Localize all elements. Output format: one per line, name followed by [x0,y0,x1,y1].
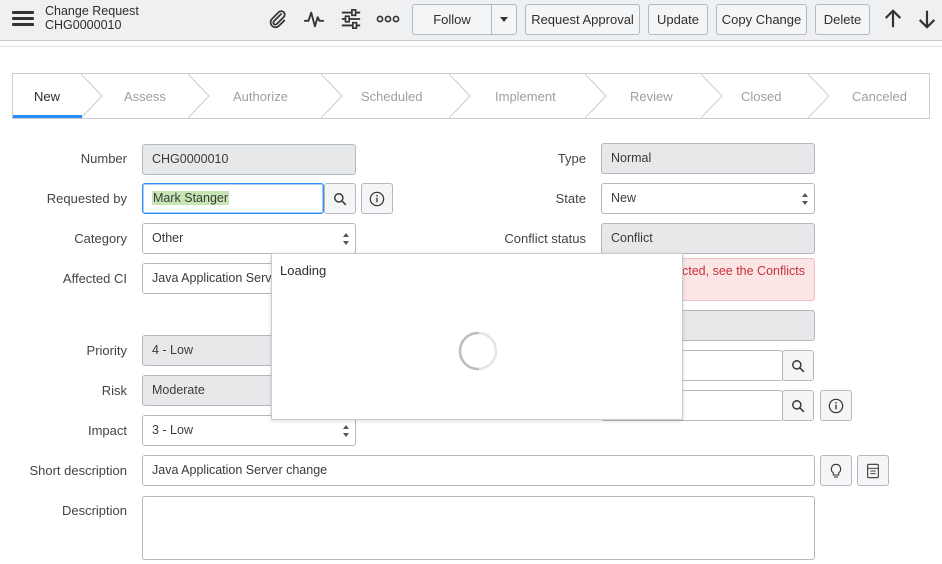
chevron-right-icon [701,74,723,118]
state-select[interactable]: New [601,183,815,214]
paperclip-icon[interactable] [263,6,291,32]
follow-dropdown-button[interactable] [491,4,517,35]
requested-by-input[interactable]: Mark Stanger [142,183,324,214]
search-icon [792,399,805,412]
template-button[interactable] [857,455,889,486]
select-arrows-icon [343,425,350,437]
active-stage-indicator [13,115,82,118]
chevron-right-icon [585,74,607,118]
info-icon [828,398,844,413]
flow-stage-implement[interactable]: Implement [495,74,556,118]
chevron-right-icon [81,74,103,118]
request-approval-button[interactable]: Request Approval [525,4,640,35]
search-icon [334,192,347,205]
description-label: Description [61,503,127,518]
select-arrows-icon [343,233,350,245]
chevron-right-icon [808,74,830,118]
impact-label: Impact [87,423,127,438]
arrow-down-icon[interactable] [913,6,941,32]
book-icon [867,463,879,478]
category-label: Category [74,231,127,246]
update-button[interactable]: Update [648,4,708,35]
flow-stage-new[interactable]: New [34,74,60,118]
flow-stage-assess[interactable]: Assess [124,74,166,118]
reference-lookup-button[interactable] [782,350,814,381]
type-label: Type [557,151,586,166]
search-icon [792,359,805,372]
flow-stage-canceled[interactable]: Canceled [852,74,907,118]
spinner-icon [458,331,498,371]
suggestion-button[interactable] [820,455,852,486]
category-select[interactable]: Other [142,223,356,254]
menu-icon[interactable] [12,10,34,28]
short-description-label: Short description [29,463,127,478]
flow-stage-review[interactable]: Review [630,74,673,118]
record-number: CHG0000010 [45,18,122,32]
chevron-right-icon [449,74,471,118]
description-textarea[interactable] [142,496,815,560]
reference-info-button[interactable] [820,390,852,421]
select-arrows-icon [802,193,809,205]
loading-text: Loading [280,263,327,278]
flow-stage-scheduled[interactable]: Scheduled [361,74,422,118]
form-header: Change Request CHG0000010 Follow Request… [0,0,942,41]
info-icon [369,191,385,206]
record-type: Change Request [45,4,139,18]
state-label: State [555,191,586,206]
flow-stage-closed[interactable]: Closed [741,74,781,118]
flow-stage-authorize[interactable]: Authorize [233,74,288,118]
number-label: Number [80,151,127,166]
follow-button[interactable]: Follow [412,4,492,35]
requested-by-lookup-button[interactable] [324,183,356,214]
activity-icon[interactable] [300,6,328,32]
loading-popup: Loading [271,253,683,420]
arrow-up-icon[interactable] [879,6,907,32]
reference-lookup-button-2[interactable] [782,390,814,421]
priority-label: Priority [86,343,127,358]
number-field: CHG0000010 [142,144,356,175]
chevron-right-icon [321,74,343,118]
record-title: Change Request CHG0000010 [45,4,139,32]
conflict-status-field: Conflict [601,223,815,254]
type-field: Normal [601,143,815,174]
conflict-status-label: Conflict status [504,231,586,246]
process-flow: New Assess Authorize Scheduled Implement… [12,73,930,119]
risk-label: Risk [101,383,127,398]
requested-by-info-button[interactable] [361,183,393,214]
sliders-icon[interactable] [337,6,365,32]
affected-ci-label: Affected CI [62,271,127,286]
more-icon[interactable] [374,6,402,32]
copy-change-button[interactable]: Copy Change [716,4,807,35]
short-description-input[interactable]: Java Application Server change [142,455,815,486]
chevron-right-icon [188,74,210,118]
delete-button[interactable]: Delete [815,4,870,35]
requested-by-label: Requested by [46,191,127,206]
chevron-down-icon [500,17,508,22]
lightbulb-icon [830,463,842,478]
header-divider [0,41,942,47]
requested-by-value: Mark Stanger [152,191,230,205]
